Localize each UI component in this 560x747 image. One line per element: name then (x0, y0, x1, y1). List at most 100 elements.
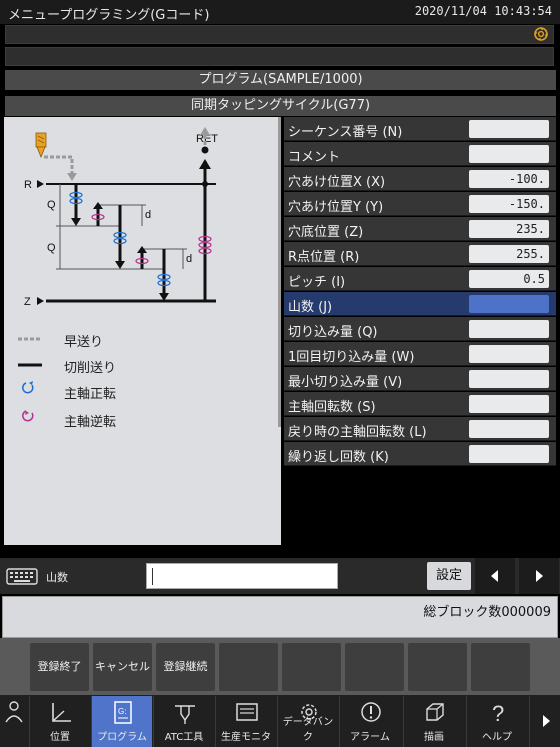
param-row-pitch[interactable]: ピッチ (I) 0.5 (284, 267, 556, 291)
param-row-return-speed[interactable]: 戻り時の主軸回転数 (L) (284, 417, 556, 441)
input-label: 山数 (46, 571, 68, 584)
param-row-comment[interactable]: コメント (284, 142, 556, 166)
nav-more-button[interactable] (529, 696, 560, 747)
monitor-icon (236, 703, 258, 721)
softkey-empty[interactable] (471, 643, 530, 691)
cycle-header: 同期タッピングサイクル(G77) (5, 96, 556, 116)
param-value-field[interactable]: 255. (469, 245, 549, 263)
tool-wheel-icon[interactable] (533, 26, 549, 42)
param-value-field[interactable] (469, 345, 549, 363)
softkey-empty[interactable] (408, 643, 467, 691)
alarm-icon (361, 702, 381, 722)
program-file-icon: G: (114, 701, 132, 724)
nav-alarm[interactable]: アラーム (339, 696, 400, 747)
nav-label: 位置 (50, 732, 70, 743)
param-row-r[interactable]: R点位置 (R) 255. (284, 242, 556, 266)
param-label: 戻り時の主軸回転数 (L) (288, 425, 427, 440)
param-row-depth[interactable]: 切り込み量 (Q) (284, 317, 556, 341)
param-value-field[interactable] (469, 395, 549, 413)
param-row-sequence[interactable]: シーケンス番号 (N) (284, 117, 556, 141)
param-value-field[interactable] (469, 145, 549, 163)
legend-reverse-label: 主軸逆転 (64, 415, 117, 430)
q-label-1: Q (47, 199, 56, 211)
softkey-bar: 登録終了 キャンセル 登録継続 (0, 638, 560, 695)
param-value-field[interactable] (469, 445, 549, 463)
param-label: 山数 (J) (288, 300, 333, 315)
nav-production-monitor[interactable]: 生産モニタ (215, 696, 276, 747)
message-box: 総ブロック数000009 (2, 596, 558, 638)
param-label: 主軸回転数 (S) (288, 400, 376, 415)
param-label: 穴あけ位置X (X) (288, 175, 386, 190)
param-label: 切り込み量 (Q) (288, 325, 378, 340)
diagram-scrollbar[interactable] (278, 117, 281, 427)
param-value-field[interactable]: -100. (469, 170, 549, 188)
datetime: 2020/11/04 10:43:54 (414, 4, 552, 18)
z-label: Z (24, 296, 31, 308)
param-row-min-depth[interactable]: 最小切り込み量 (V) (284, 367, 556, 391)
nav-label: プログラム (97, 732, 147, 743)
param-row-y[interactable]: 穴あけ位置Y (Y) -150. (284, 192, 556, 216)
program-header: プログラム(SAMPLE/1000) (5, 70, 556, 90)
parameter-list: シーケンス番号 (N) コメント 穴あけ位置X (X) -100. 穴あけ位置Y… (284, 117, 556, 466)
nav-help[interactable]: ? ヘルプ (466, 696, 527, 747)
param-label: コメント (288, 150, 341, 165)
keyboard-icon[interactable] (6, 566, 38, 586)
softkey-empty[interactable] (282, 643, 341, 691)
next-button[interactable] (519, 558, 559, 594)
nav-program[interactable]: G: プログラム (91, 696, 152, 747)
tapping-cycle-diagram: RET R Z Q Q d d 早送り 切削送り 主軸正転 主軸逆転 (4, 117, 281, 545)
param-value-field[interactable]: -150. (469, 195, 549, 213)
param-value-field[interactable] (469, 320, 549, 338)
param-value-field[interactable]: 235. (469, 220, 549, 238)
nav-data-bank[interactable]: データバンク (277, 696, 338, 747)
q-label-2: Q (47, 242, 56, 254)
param-value-field[interactable] (469, 420, 549, 438)
set-button[interactable]: 設定 (427, 562, 471, 590)
operator-icon (5, 701, 23, 723)
d-label-1: d (145, 209, 151, 221)
param-label: 穴底位置 (Z) (288, 225, 364, 240)
legend-forward-label: 主軸正転 (64, 387, 117, 402)
param-row-first-depth[interactable]: 1回目切り込み量 (W) (284, 342, 556, 366)
axes-icon (52, 703, 71, 722)
operator-button[interactable] (0, 696, 28, 747)
atc-tool-icon (175, 705, 195, 724)
softkey-empty[interactable] (345, 643, 404, 691)
param-row-z[interactable]: 穴底位置 (Z) 235. (284, 217, 556, 241)
param-label: 繰り返し回数 (K) (288, 450, 389, 465)
drill-icon (35, 132, 47, 159)
param-label: 穴あけ位置Y (Y) (288, 200, 384, 215)
nav-label: データバンク (282, 717, 334, 743)
nav-atc-tool[interactable]: ATC工具 (153, 696, 214, 747)
window-title: メニュープログラミング(Gコード) (8, 8, 210, 23)
softkey-register-continue[interactable]: 登録継続 (156, 643, 215, 691)
r-label: R (24, 179, 32, 191)
param-value-field[interactable] (469, 120, 549, 138)
param-row-threads[interactable]: 山数 (J) (284, 292, 556, 316)
param-row-spindle-speed[interactable]: 主軸回転数 (S) (284, 392, 556, 416)
legend-cutting-label: 切削送り (64, 361, 117, 376)
param-label: R点位置 (R) (288, 250, 360, 265)
chevron-right-icon (543, 715, 550, 727)
input-bar: 山数 設定 (0, 558, 560, 594)
softkey-empty[interactable] (219, 643, 278, 691)
param-value-field[interactable] (469, 295, 549, 313)
nav-label: 描画 (424, 732, 444, 743)
nav-position[interactable]: 位置 (29, 696, 90, 747)
param-value-field[interactable]: 0.5 (469, 270, 549, 288)
legend-rapid-label: 早送り (64, 335, 104, 350)
param-label: ピッチ (I) (288, 275, 346, 290)
nav-drawing[interactable]: 描画 (403, 696, 464, 747)
nav-label: アラーム (350, 732, 390, 743)
info-strip-2 (5, 47, 554, 66)
softkey-register-end[interactable]: 登録終了 (30, 643, 89, 691)
nav-label: ヘルプ (482, 732, 512, 743)
nav-label: 生産モニタ (221, 732, 271, 743)
param-row-repeat[interactable]: 繰り返し回数 (K) (284, 442, 556, 466)
softkey-cancel[interactable]: キャンセル (93, 643, 152, 691)
cycle-diagram-svg: RET R Z Q Q d d (18, 127, 218, 422)
prev-button[interactable] (475, 558, 515, 594)
param-row-x[interactable]: 穴あけ位置X (X) -100. (284, 167, 556, 191)
value-input[interactable] (146, 563, 338, 589)
param-value-field[interactable] (469, 370, 549, 388)
